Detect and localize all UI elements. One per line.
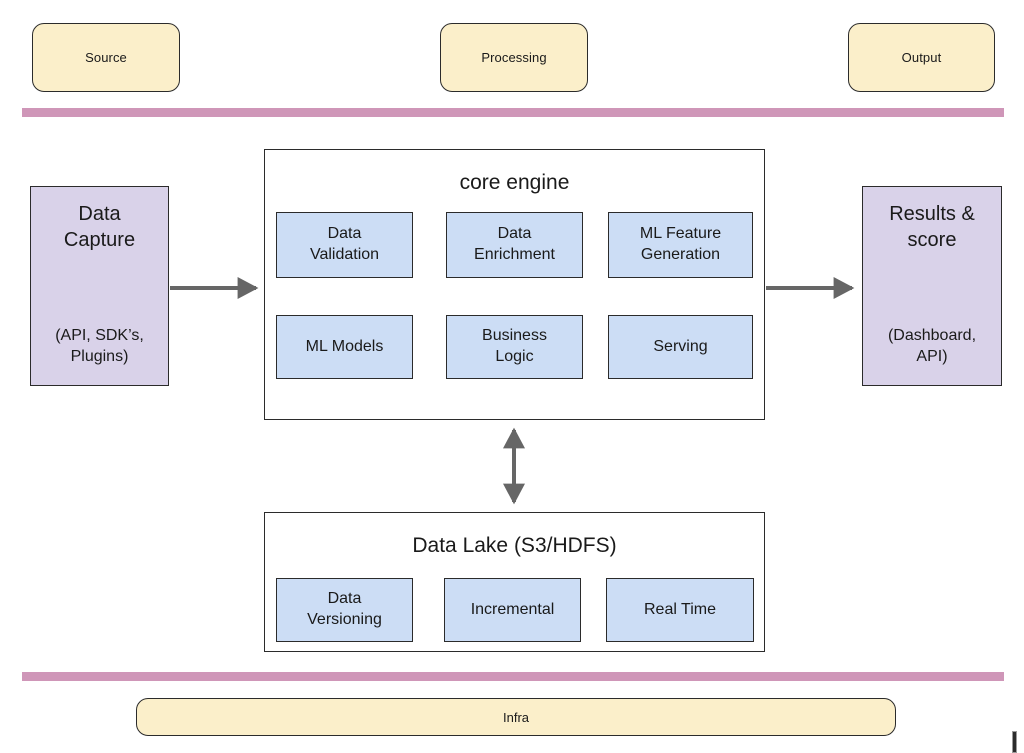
data-capture-primary: Data Capture [64, 201, 135, 254]
component-data-versioning[interactable]: Data Versioning [276, 578, 413, 642]
component-ml-models-line1: ML Models [305, 337, 384, 355]
infra-bar-label: Infra [502, 709, 529, 725]
results-score-box[interactable]: Results & score (Dashboard, API) [862, 186, 1002, 386]
component-business-logic-line2: Logic [495, 348, 534, 365]
lane-header-output[interactable]: Output [848, 23, 995, 92]
component-incremental[interactable]: Incremental [444, 578, 581, 642]
component-data-enrichment[interactable]: Data Enrichment [446, 212, 583, 278]
data-capture-box[interactable]: Data Capture (API, SDK’s, Plugins) [30, 186, 169, 386]
component-data-versioning-line2: Versioning [307, 611, 382, 628]
component-ml-feature-generation[interactable]: ML Feature Generation [608, 212, 753, 278]
data-capture-secondary: (API, SDK’s, Plugins) [55, 325, 144, 367]
component-ml-models[interactable]: ML Models [276, 315, 413, 379]
diagram-canvas: Source Processing Output Data Capture (A… [0, 0, 1024, 753]
component-data-versioning-line1: Data [327, 590, 362, 608]
results-score-secondary: (Dashboard, API) [888, 325, 976, 367]
component-real-time[interactable]: Real Time [606, 578, 754, 642]
component-data-validation-line2: Validation [309, 246, 380, 263]
data-capture-secondary-line1: (API, SDK’s, [55, 326, 144, 344]
lane-header-source[interactable]: Source [32, 23, 180, 92]
lane-header-processing[interactable]: Processing [440, 23, 588, 92]
lane-header-source-label: Source [85, 50, 127, 65]
results-score-secondary-line2: API) [916, 347, 948, 365]
component-incremental-line1: Incremental [470, 600, 555, 618]
results-score-secondary-line1: (Dashboard, [887, 326, 977, 344]
results-score-primary-line2: score [907, 229, 957, 252]
component-data-enrichment-line1: Data [497, 225, 532, 243]
component-data-validation-line1: Data [327, 225, 362, 243]
component-serving-line1: Serving [653, 337, 708, 355]
lane-header-output-label: Output [901, 50, 942, 65]
component-serving[interactable]: Serving [608, 315, 753, 379]
lane-header-processing-label: Processing [481, 50, 547, 65]
core-engine-title: core engine [459, 171, 570, 194]
component-business-logic-line1: Business [482, 327, 547, 345]
results-score-primary-line1: Results & [889, 203, 975, 225]
infra-bar[interactable]: Infra [136, 698, 896, 736]
edge-artifact [1012, 731, 1017, 753]
divider-bottom [22, 672, 1004, 681]
component-data-validation[interactable]: Data Validation [276, 212, 413, 278]
component-data-enrichment-line2: Enrichment [474, 246, 555, 263]
data-lake-title: Data Lake (S3/HDFS) [412, 534, 617, 557]
component-ml-feature-generation-line1: ML Feature [639, 225, 722, 243]
core-engine-container: core engine [264, 149, 765, 420]
data-capture-primary-line1: Data [78, 203, 121, 225]
component-real-time-line1: Real Time [643, 600, 717, 618]
data-capture-secondary-line2: Plugins) [70, 347, 129, 365]
data-capture-primary-line2: Capture [63, 229, 136, 252]
component-business-logic[interactable]: Business Logic [446, 315, 583, 379]
component-ml-feature-generation-line2: Generation [640, 246, 721, 263]
results-score-primary: Results & score [889, 201, 975, 254]
divider-top [22, 108, 1004, 117]
